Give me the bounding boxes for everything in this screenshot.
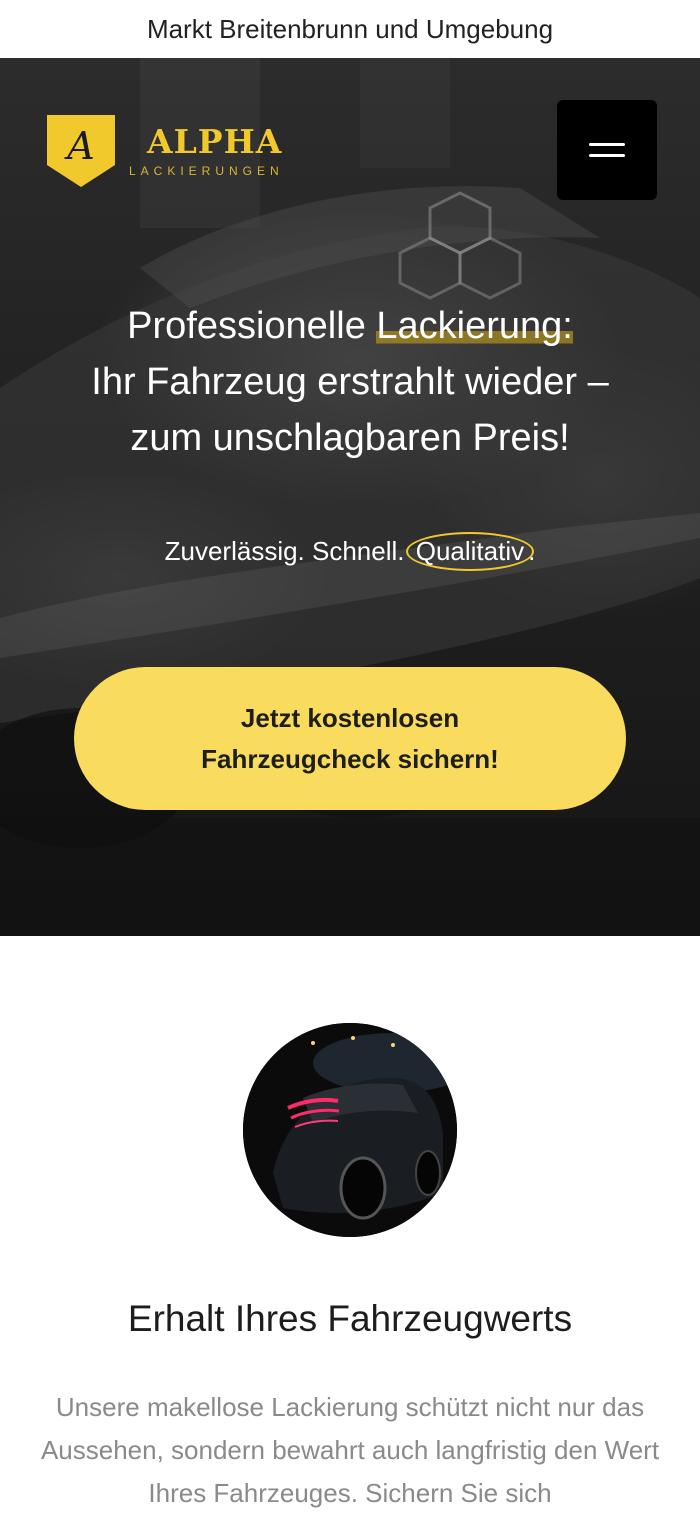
logo-letter: A <box>64 124 94 168</box>
headline-highlight: Lackierung: <box>376 305 573 347</box>
logo-brand-name: ALPHA <box>147 121 283 161</box>
tagline-prefix: Zuverlässig. Schnell. <box>164 536 412 566</box>
top-location-bar: Markt Breitenbrunn und Umgebung <box>0 0 700 58</box>
section-body-text: Unsere makellose Lackierung schützt nich… <box>40 1392 660 1508</box>
hamburger-menu-icon-bar <box>589 154 625 157</box>
brand-logo[interactable]: A ALPHA LACKIERUNGEN <box>45 113 284 189</box>
hamburger-menu-button[interactable] <box>557 100 657 200</box>
car-taillight-photo <box>243 1023 457 1237</box>
logo-brand-subtitle: LACKIERUNGEN <box>129 163 284 178</box>
car-taillight-image <box>243 1023 457 1237</box>
cta-label: Jetzt kostenlosen Fahrzeugcheck sichern! <box>201 698 499 780</box>
headline-line-2: Ihr Fahrzeug erstrahlt wieder – <box>91 361 609 403</box>
value-section: Erhalt Ihres Fahrzeugwerts Unsere makell… <box>0 936 700 1515</box>
logo-wordmark: ALPHA LACKIERUNGEN <box>129 125 284 178</box>
cta-line-1: Jetzt kostenlosen <box>240 702 460 733</box>
free-vehicle-check-button[interactable]: Jetzt kostenlosen Fahrzeugcheck sichern! <box>74 667 626 810</box>
headline-part-1: Professionelle <box>127 305 377 347</box>
section-title: Erhalt Ihres Fahrzeugwerts <box>127 1298 573 1339</box>
hero-tagline: Zuverlässig. Schnell. Qualitativ. <box>0 532 700 571</box>
headline-line-1: Professionelle Lackierung: <box>0 298 700 354</box>
hero-section: A ALPHA LACKIERUNGEN Professionelle Lack… <box>0 58 700 936</box>
hero-headline: Professionelle Lackierung: Ihr Fahrzeug … <box>0 298 700 466</box>
tagline-circled-word: Qualitativ <box>405 532 535 571</box>
headline-line-3: zum unschlagbaren Preis! <box>130 417 570 459</box>
logo-shield-icon: A <box>47 115 115 187</box>
cta-line-2: Fahrzeugcheck sichern! <box>201 743 499 774</box>
hamburger-menu-icon-bar <box>589 143 625 146</box>
location-text: Markt Breitenbrunn und Umgebung <box>146 13 554 44</box>
